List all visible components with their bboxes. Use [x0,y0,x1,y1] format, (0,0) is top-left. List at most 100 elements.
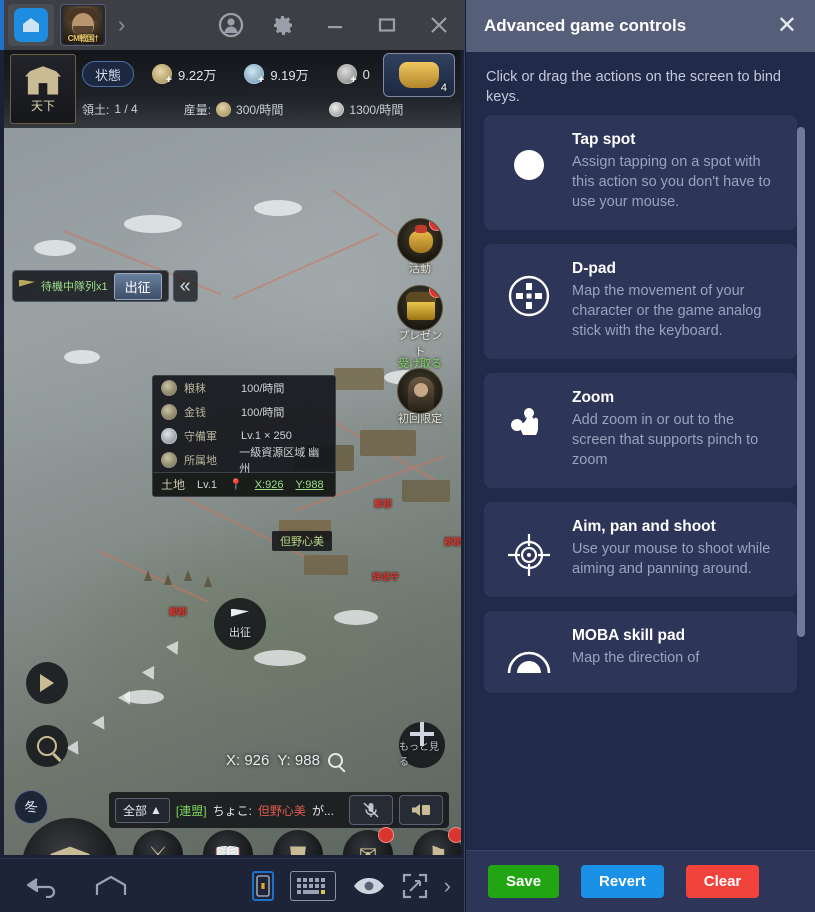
kingdom-crest[interactable]: 天下 [10,54,76,124]
march-circle-button[interactable]: 出征 [214,598,266,650]
resource-grain-value: 9.22万 [178,67,217,83]
maximize-icon[interactable] [361,0,413,50]
keyboard-icon[interactable] [289,870,336,901]
chevron-left-icon[interactable]: « [172,270,198,302]
card-description: Use your mouse to shoot while aiming and… [572,541,771,578]
shield-icon [161,428,177,444]
chat-sender: ちょこ: [212,803,252,818]
play-icon [40,674,54,692]
moba-skill-pad-icon [502,627,556,675]
back-icon[interactable] [24,874,60,898]
chevron-right-icon[interactable]: › [118,14,125,36]
nav-quest[interactable]: 📖 任務 [200,830,256,855]
present-event[interactable]: プレゼント 受け取る [397,285,443,371]
tooltip-row-label: 所属地 [184,455,217,467]
output-label: 産量: [183,102,212,117]
clear-button[interactable]: Clear [685,865,760,898]
chat-message: 但野心美 [257,803,306,818]
close-icon[interactable] [413,0,464,50]
coin-icon [161,404,177,420]
fullscreen-icon[interactable] [402,873,428,899]
more-button[interactable]: もっと見る [399,722,445,768]
first-time-limited-event[interactable]: 初回限定 [397,368,443,426]
nav-mail[interactable]: ✉ メール [340,827,396,855]
chat-channel-label: 全部 [123,803,148,818]
notification-badge [378,827,394,843]
gear-icon[interactable] [257,0,309,50]
home-icon[interactable] [94,874,128,898]
controls-list[interactable]: Tap spot Assign tapping on a spot with t… [466,115,815,850]
hud-stats: 領土: 1 / 4 産量: 300/時間 1300/時間 [82,96,403,122]
mic-muted-icon[interactable] [349,795,393,825]
emulator-bottom-toolbar: › [0,858,464,912]
close-icon[interactable]: ✕ [777,14,797,38]
card-description: Map the movement of your character or th… [572,283,762,340]
game-tab-label: CM戦国† [67,34,99,43]
armor-icon: ⚔ [148,842,168,856]
minimize-icon[interactable] [309,0,361,50]
coordinate-x: X: 926 [226,752,270,769]
home-tab[interactable] [8,4,54,46]
eye-icon[interactable] [352,876,386,896]
notification-badge [429,286,442,298]
nav-alliance[interactable]: ⚑ 連盟 [410,827,461,856]
aim-pan-shoot-card[interactable]: Aim, pan and shoot Use your mouse to sho… [484,502,797,598]
gate-icon [25,66,61,95]
chest-count: 4 [440,82,447,94]
flag-icon [231,608,249,617]
march-queue-label: 待機中隊列x1 [41,281,108,293]
nav-general[interactable]: ⛊ 武将 [270,830,326,855]
map-search-button[interactable] [26,725,68,767]
zoom-card[interactable]: Zoom Add zoom in or out to the screen th… [484,373,797,489]
emulator-title-bar: CM戦国† › [0,0,464,50]
play-button[interactable] [26,662,68,704]
game-viewport[interactable]: 郵郡 郡郡 辞退守 郵郡 天下 状態 9.22万 9.19万 [4,50,461,855]
tooltip-row: 所属地 一級資源区域 幽州 [153,447,335,475]
rotate-lock-icon[interactable] [251,870,274,901]
revert-button[interactable]: Revert [581,865,664,898]
tooltip-row-value: 100/時間 [241,383,285,395]
scrollbar-track[interactable] [797,115,810,850]
chevron-right-icon[interactable]: › [444,874,451,897]
moba-skill-pad-card[interactable]: MOBA skill pad Map the direction of [484,611,797,694]
territory-value: 1 / 4 [114,102,138,116]
state-button[interactable]: 状態 [82,61,135,87]
account-icon[interactable] [205,0,257,50]
tile-info-tooltip: 粮秣 100/時間 金钱 100/時間 守備軍 Lv.1 × 250 所属地 一… [152,375,336,497]
resource-grain[interactable]: 9.22万 [142,60,226,88]
card-heading: Aim, pan and shoot [572,518,716,536]
coin-icon [244,64,265,86]
d-pad-card[interactable]: D-pad Map the movement of your character… [484,244,797,360]
tooltip-row-value: Lv.1 × 250 [241,430,292,442]
treasure-bag-icon [399,62,439,88]
chat-bar[interactable]: 全部 ▲ [連盟] ちょこ: 但野心美 が... [109,792,449,828]
tooltip-row-value: 一級資源区域 幽州 [239,447,320,475]
map-label: 郡郡 [444,537,461,547]
card-description: Assign tapping on a spot with this actio… [572,154,771,211]
map-coordinates[interactable]: X: 926 Y: 988 [226,752,343,769]
speaker-icon[interactable] [399,795,443,825]
banner-icon: ⚑ [428,842,448,856]
search-icon[interactable] [327,753,343,768]
crosshair-icon [502,518,556,578]
scrollbar-thumb[interactable] [797,127,805,638]
gate-icon [44,846,96,855]
march-button[interactable]: 出征 [113,272,162,300]
resource-gem[interactable]: 0 [327,60,380,88]
game-tab[interactable]: CM戦国† [60,4,106,46]
activity-event[interactable]: 活動 [397,218,443,276]
map-label: 郵郡 [169,607,188,617]
region-icon [161,452,177,468]
tooltip-row-value: 100/時間 [241,407,285,419]
resource-coin-value: 9.19万 [270,67,309,83]
tap-spot-card[interactable]: Tap spot Assign tapping on a spot with t… [484,115,797,231]
chest-button[interactable]: 4 [383,53,455,97]
window-controls [205,0,464,50]
chat-channel-selector[interactable]: 全部 ▲ [115,797,170,823]
home-icon [14,8,48,42]
nav-item[interactable]: ⚔ アイテム [130,830,186,855]
save-button[interactable]: Save [488,865,560,898]
coin-icon [329,101,345,117]
resource-coin[interactable]: 9.19万 [234,60,318,88]
bluestacks-emulator-window: CM戦国† › 郵郡 郡郡 辞退守 郵郡 天下 状態 + 9.22万 + 9.1… [0,0,465,912]
